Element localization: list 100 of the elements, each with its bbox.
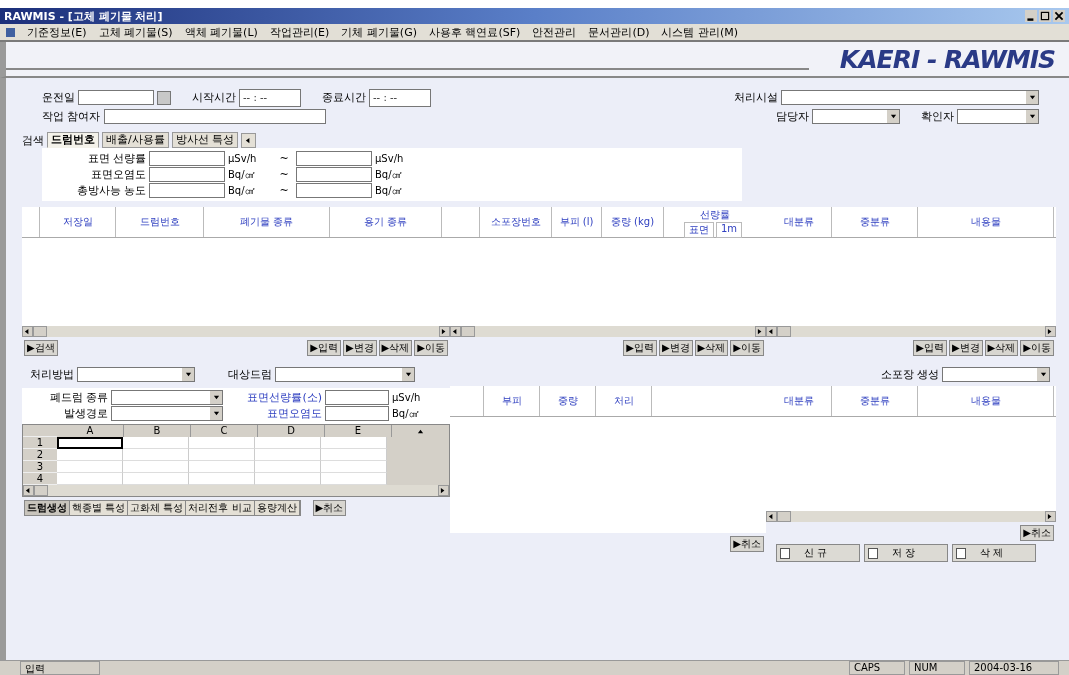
column-header[interactable]: 중분류 bbox=[832, 207, 918, 237]
sheet-tab[interactable]: 핵종별 특성 bbox=[70, 500, 129, 515]
dropdown[interactable] bbox=[275, 367, 415, 382]
menu-item[interactable]: 기준정보(E) bbox=[27, 24, 87, 40]
caret-icon[interactable] bbox=[212, 394, 220, 401]
time-field[interactable]: -- : -- bbox=[369, 88, 431, 107]
column-header[interactable]: 선량률 bbox=[664, 207, 766, 222]
action-button[interactable]: ▶변경 bbox=[658, 339, 693, 356]
range-from-field[interactable] bbox=[149, 167, 225, 182]
scroll-thumb[interactable] bbox=[777, 511, 791, 522]
column-header[interactable]: 1m bbox=[716, 222, 743, 238]
caret-icon[interactable] bbox=[212, 410, 220, 417]
scroll-right-icon[interactable] bbox=[440, 487, 447, 494]
scroll-left-icon[interactable] bbox=[24, 328, 31, 335]
scroll-right-icon[interactable] bbox=[441, 328, 448, 335]
range-to-field[interactable] bbox=[296, 151, 372, 166]
scroll-thumb[interactable] bbox=[33, 326, 47, 337]
action-button[interactable]: 저 장 bbox=[864, 544, 948, 562]
horizontal-scrollbar[interactable] bbox=[766, 511, 1056, 522]
menu-item[interactable]: 문서관리(D) bbox=[588, 24, 650, 40]
sheet-tab[interactable]: 고화체 특성 bbox=[128, 500, 187, 515]
cancel-button[interactable]: ▶취소 bbox=[1020, 524, 1054, 541]
scroll-left-icon[interactable] bbox=[768, 328, 775, 335]
action-button[interactable]: ▶이동 bbox=[730, 339, 764, 356]
action-button[interactable]: ▶입력 bbox=[307, 339, 341, 356]
action-button[interactable]: ▶이동 bbox=[1020, 339, 1054, 356]
column-header[interactable]: 내용물 bbox=[918, 386, 1054, 416]
column-header[interactable]: 저장일 bbox=[40, 207, 116, 237]
maximize-icon[interactable] bbox=[1039, 10, 1051, 22]
sheet-tab[interactable]: 처리전후 비교 bbox=[186, 500, 255, 515]
column-header[interactable]: 드럼번호 bbox=[116, 207, 204, 237]
caret-icon[interactable] bbox=[184, 371, 192, 378]
tab[interactable]: 드럼번호 bbox=[47, 132, 99, 148]
action-button[interactable]: ▶변경 bbox=[342, 339, 377, 356]
column-header[interactable]: 대분류 bbox=[766, 207, 832, 237]
menu-item[interactable]: 시스템 관리(M) bbox=[661, 24, 738, 40]
action-button[interactable]: ▶이동 bbox=[414, 339, 448, 356]
time-field[interactable]: -- : -- bbox=[239, 88, 301, 107]
column-header[interactable]: 중분류 bbox=[832, 386, 918, 416]
action-button[interactable]: ▶삭제 bbox=[984, 339, 1019, 356]
calendar-button[interactable] bbox=[157, 90, 171, 105]
horizontal-scrollbar[interactable] bbox=[766, 326, 1056, 337]
range-to-field[interactable] bbox=[296, 167, 372, 182]
column-header[interactable]: 부피 bbox=[484, 386, 540, 416]
horizontal-scrollbar[interactable] bbox=[450, 326, 766, 337]
column-header[interactable]: 중량 bbox=[540, 386, 596, 416]
column-header[interactable]: 부피 (l) bbox=[552, 207, 602, 237]
caret-icon[interactable] bbox=[1028, 94, 1036, 101]
scroll-thumb[interactable] bbox=[777, 326, 791, 337]
column-header[interactable]: 용기 종류 bbox=[330, 207, 442, 237]
scroll-right-icon[interactable] bbox=[1047, 513, 1054, 520]
search-button[interactable]: ▶검색 bbox=[24, 339, 58, 356]
action-button[interactable]: ▶삭제 bbox=[694, 339, 729, 356]
cancel-button[interactable]: ▶취소 bbox=[312, 499, 347, 516]
scroll-left-icon[interactable] bbox=[768, 513, 775, 520]
scroll-thumb[interactable] bbox=[34, 485, 48, 496]
scroll-thumb[interactable] bbox=[461, 326, 475, 337]
dropdown[interactable] bbox=[111, 390, 223, 405]
menu-item[interactable]: 안전관리 bbox=[532, 24, 577, 40]
menu-item[interactable]: 액체 폐기물(L) bbox=[184, 24, 258, 40]
app-icon[interactable] bbox=[6, 27, 15, 37]
caret-icon[interactable] bbox=[1028, 113, 1036, 120]
range-from-field[interactable] bbox=[149, 183, 225, 198]
scroll-right-icon[interactable] bbox=[1047, 328, 1054, 335]
sheet-tab[interactable]: 용량계산 bbox=[254, 500, 300, 515]
action-button[interactable]: ▶입력 bbox=[623, 339, 657, 356]
dropdown[interactable] bbox=[812, 109, 900, 124]
vertical-scrollbar[interactable] bbox=[387, 473, 449, 485]
column-header[interactable]: 처리 bbox=[596, 386, 652, 416]
dropdown[interactable] bbox=[781, 90, 1039, 105]
text-field[interactable] bbox=[103, 109, 326, 124]
text-field[interactable] bbox=[325, 406, 389, 421]
scroll-right-icon[interactable] bbox=[757, 328, 764, 335]
sheet-tab[interactable]: 드럼생성 bbox=[25, 500, 70, 515]
close-icon[interactable] bbox=[1053, 10, 1065, 22]
caret-icon[interactable] bbox=[889, 113, 897, 120]
range-to-field[interactable] bbox=[296, 183, 372, 198]
menu-item[interactable]: 기체 폐기물(G) bbox=[341, 24, 417, 40]
action-button[interactable]: 신 규 bbox=[776, 544, 860, 562]
scroll-up-icon[interactable] bbox=[417, 427, 424, 435]
dropdown[interactable] bbox=[77, 367, 195, 382]
column-header[interactable]: 표면 bbox=[684, 222, 714, 238]
menu-item[interactable]: 고체 폐기물(S) bbox=[98, 24, 173, 40]
date-field[interactable] bbox=[78, 90, 154, 105]
scroll-left-icon[interactable] bbox=[25, 487, 32, 494]
tab[interactable]: 방사선 특성 bbox=[171, 132, 239, 148]
tab[interactable]: 배출/사용률 bbox=[102, 132, 169, 148]
dropdown[interactable] bbox=[942, 367, 1050, 382]
horizontal-scrollbar[interactable] bbox=[22, 326, 450, 337]
scroll-left-icon[interactable] bbox=[452, 328, 459, 335]
dropdown[interactable] bbox=[957, 109, 1039, 124]
action-button[interactable]: ▶삭제 bbox=[378, 339, 413, 356]
caret-icon[interactable] bbox=[1039, 371, 1047, 378]
column-header[interactable]: 소포장번호 bbox=[480, 207, 552, 237]
caret-icon[interactable] bbox=[404, 371, 412, 378]
menu-item[interactable]: 작업관리(E) bbox=[269, 24, 330, 40]
action-button[interactable]: ▶입력 bbox=[913, 339, 947, 356]
spreadsheet-cell[interactable] bbox=[57, 437, 123, 449]
action-button[interactable]: ▶변경 bbox=[948, 339, 983, 356]
column-header[interactable]: 내용물 bbox=[918, 207, 1054, 237]
